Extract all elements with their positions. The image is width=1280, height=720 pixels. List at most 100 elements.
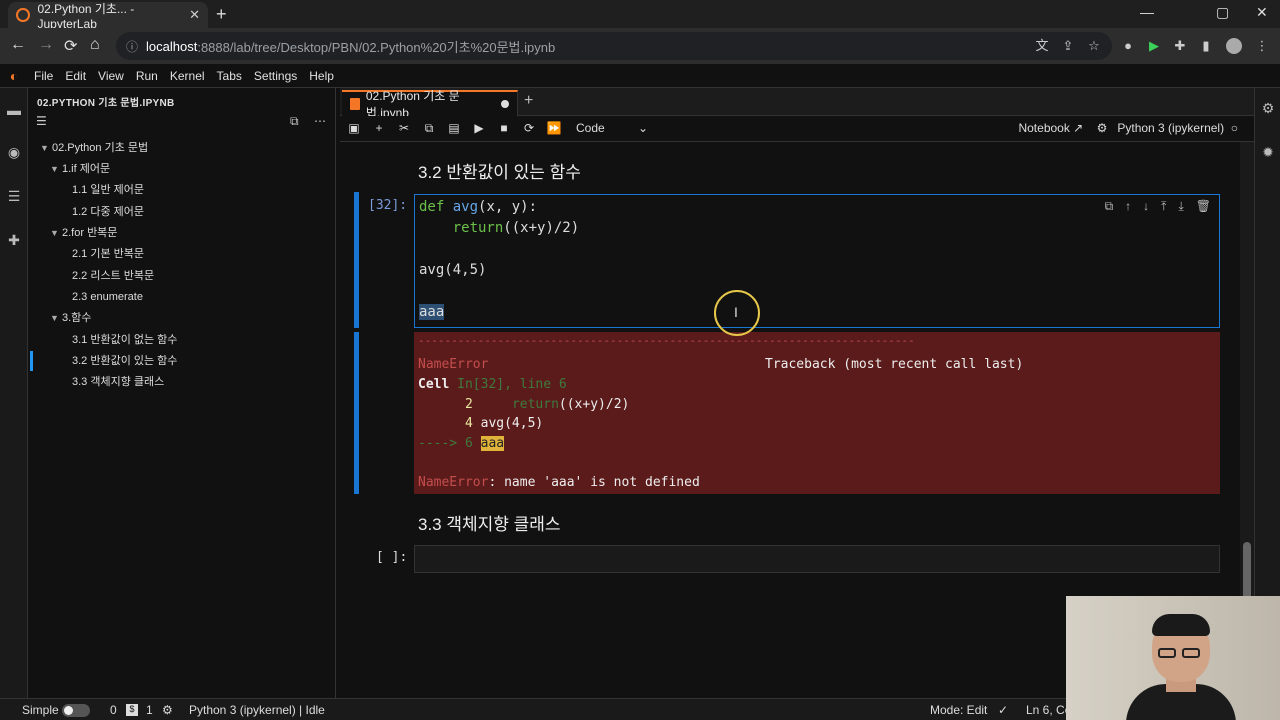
toc-more-icon[interactable]: ⋯ — [314, 114, 326, 128]
new-tab-button[interactable]: + — [216, 4, 227, 25]
cell-type-select[interactable]: Code ⌄ — [576, 121, 648, 135]
extensions-puzzle-icon[interactable]: ✚ — [1172, 38, 1188, 54]
jupyter-logo-icon: ◐ — [9, 67, 19, 84]
window-close-icon[interactable]: ✕ — [1256, 4, 1268, 21]
browser-menu-icon[interactable]: ⋮ — [1254, 38, 1270, 54]
duplicate-cell-icon[interactable]: ⧉ — [1105, 199, 1114, 214]
cursor-position[interactable]: Ln 6, Co — [1026, 703, 1071, 717]
open-notebook-link[interactable]: Notebook ↗ — [1018, 121, 1083, 135]
browser-tab-title: 02.Python 기초... - JupyterLab — [37, 1, 135, 31]
share-icon[interactable]: ⇪ — [1060, 38, 1076, 54]
kernel-name[interactable]: Python 3 (ipykernel) — [1117, 121, 1224, 135]
shield-check-icon[interactable]: ✓ — [998, 703, 1008, 717]
toc-list-icon[interactable]: ☰ — [36, 114, 47, 128]
bookmark-star-icon[interactable]: ☆ — [1086, 38, 1102, 54]
simple-mode-toggle[interactable] — [62, 704, 90, 717]
toc-item[interactable]: 3.3 객체지향 클래스 — [72, 372, 164, 392]
reload-icon[interactable]: ⟳ — [64, 36, 77, 56]
play-extension-icon[interactable]: ▶ — [1146, 38, 1162, 54]
text-cursor-icon: I — [734, 304, 738, 320]
toc-item[interactable]: 1.2 다중 제어문 — [72, 202, 144, 222]
side-panel-icon[interactable]: ▮ — [1198, 38, 1214, 54]
toc-item[interactable]: 1.1 일반 제어문 — [72, 180, 144, 200]
menu-settings[interactable]: Settings — [248, 69, 303, 83]
insert-cell-icon[interactable]: + — [371, 121, 387, 135]
toc-item-selected[interactable]: 3.2 반환값이 있는 함수 — [72, 351, 177, 371]
toc-selection-indicator — [30, 351, 33, 371]
toc-item[interactable]: ▼ 2.for 반복문 — [50, 223, 117, 243]
cell-toolbar: ⧉ ↑ ↓ ⤒ ⤓ 🗑 — [1105, 199, 1211, 214]
left-sidebar-rail: ▬ ◉ ☰ ✚ — [0, 88, 28, 698]
restart-icon[interactable]: ⟳ — [521, 121, 537, 135]
url-input[interactable]: ⓘ localhost :8888/lab/tree/Desktop/PBN/0… — [116, 32, 1112, 60]
menu-tabs[interactable]: Tabs — [211, 69, 248, 83]
minimize-icon[interactable]: — — [1140, 4, 1154, 20]
table-of-contents-panel: 02.PYTHON 기초 문법.IPYNB ☰ ⧉ ⋯ ▼ 02.Python 기… — [28, 88, 336, 698]
move-up-icon[interactable]: ↑ — [1125, 199, 1131, 214]
profile-avatar[interactable] — [1226, 38, 1242, 54]
toc-item[interactable]: 2.2 리스트 반복문 — [72, 266, 154, 286]
move-down-icon[interactable]: ↓ — [1143, 199, 1149, 214]
maximize-icon[interactable]: ▢ — [1216, 4, 1229, 21]
insert-below-icon[interactable]: ⤓ — [1178, 199, 1183, 214]
toc-item[interactable]: 3.1 반환값이 없는 함수 — [72, 330, 177, 350]
insert-above-icon[interactable]: ⤒ — [1161, 199, 1166, 214]
browser-tab[interactable]: 02.Python 기초... - JupyterLab ✕ — [8, 1, 208, 31]
error-line-2: 2 return((x+y)/2) — [418, 397, 630, 412]
active-cell-bar[interactable] — [354, 192, 359, 328]
delete-cell-icon[interactable]: 🗑 — [1196, 199, 1211, 214]
toc-item[interactable]: ▼ 1.if 제어문 — [50, 159, 110, 179]
menu-run[interactable]: Run — [130, 69, 164, 83]
markdown-heading-3-2: 3.2 반환값이 있는 함수 — [418, 163, 581, 182]
collapse-all-icon[interactable]: ⧉ — [290, 114, 299, 129]
translate-icon[interactable]: 文 — [1034, 38, 1050, 54]
toc-item[interactable]: ▼ 3.함수 — [50, 308, 91, 328]
tab-close-icon[interactable]: ✕ — [189, 7, 200, 23]
error-dashes: ----------------------------------------… — [418, 334, 915, 347]
toc-item[interactable]: ▼ 02.Python 기초 문법 — [40, 138, 148, 158]
toc-icon[interactable]: ☰ — [6, 188, 22, 204]
output-cell-bar[interactable] — [354, 332, 359, 494]
home-icon[interactable]: ⌂ — [90, 36, 100, 54]
forward-icon[interactable]: → — [38, 36, 54, 54]
unsaved-dot-icon[interactable] — [501, 100, 509, 108]
site-info-icon[interactable]: ⓘ — [126, 38, 138, 55]
paste-icon[interactable]: ▤ — [446, 121, 462, 135]
save-icon[interactable]: ▣ — [346, 121, 362, 135]
property-inspector-icon[interactable]: ⚙ — [1260, 100, 1276, 116]
edit-mode-text: Mode: Edit — [930, 703, 988, 717]
toc-item[interactable]: 2.3 enumerate — [72, 287, 143, 307]
kernel-gear-icon[interactable]: ⚙ — [162, 703, 173, 717]
code-cell-editor[interactable]: ⧉ ↑ ↓ ⤒ ⤓ 🗑 def avg(x, y): return((x+y)/… — [414, 194, 1220, 328]
back-icon[interactable]: ← — [10, 36, 26, 54]
empty-code-cell[interactable] — [414, 545, 1220, 573]
toc-item[interactable]: 2.1 기본 반복문 — [72, 244, 144, 264]
notebook-icon — [350, 98, 360, 110]
copy-icon[interactable]: ⧉ — [421, 121, 437, 136]
menu-file[interactable]: File — [28, 69, 59, 83]
running-icon[interactable]: ◉ — [6, 144, 22, 160]
notebook-tab[interactable]: 02.Python 기초 문법.ipynb — [342, 89, 518, 120]
stop-icon[interactable]: ■ — [496, 121, 512, 135]
menu-help[interactable]: Help — [303, 69, 340, 83]
kernel-settings-icon[interactable]: ⚙ — [1097, 121, 1108, 135]
cut-icon[interactable]: ✂ — [396, 121, 412, 135]
jupyter-menubar: ◐ File Edit View Run Kernel Tabs Setting… — [0, 64, 1280, 88]
run-all-icon[interactable]: ⏩ — [546, 121, 562, 135]
kernel-status-text[interactable]: Python 3 (ipykernel) | Idle — [189, 703, 325, 717]
run-icon[interactable]: ▶ — [471, 121, 487, 135]
folder-icon[interactable]: ▬ — [6, 102, 22, 118]
menu-view[interactable]: View — [92, 69, 130, 83]
menu-edit[interactable]: Edit — [59, 69, 92, 83]
extension-avatar-icon[interactable]: ● — [1120, 38, 1136, 54]
jupyter-favicon-icon — [16, 8, 30, 22]
webcam-overlay — [1066, 596, 1280, 720]
extension-manager-icon[interactable]: ✚ — [6, 232, 22, 248]
browser-tab-bar: 02.Python 기초... - JupyterLab ✕ + — ▢ ✕ — [0, 0, 1280, 31]
terminal-icon[interactable]: $ — [126, 704, 138, 716]
new-launcher-icon[interactable]: + — [524, 92, 533, 110]
error-message: NameError: name 'aaa' is not defined — [418, 475, 700, 490]
markdown-heading-3-3: 3.3 객체지향 클래스 — [418, 515, 561, 534]
debugger-icon[interactable]: ✹ — [1260, 144, 1276, 160]
menu-kernel[interactable]: Kernel — [164, 69, 211, 83]
